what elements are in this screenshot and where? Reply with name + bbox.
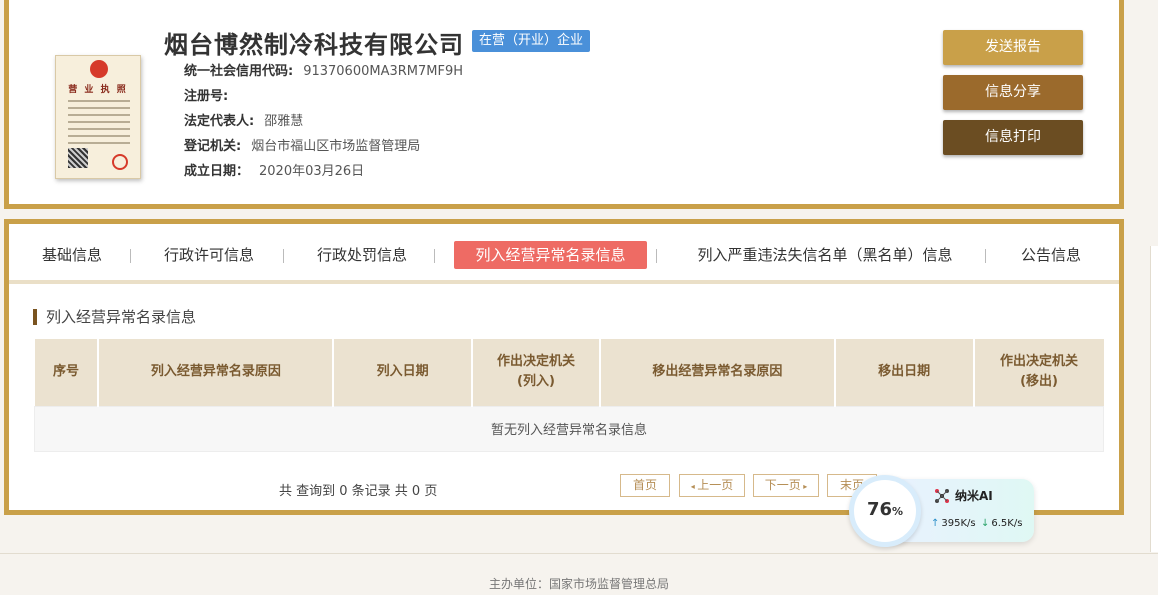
- upload-speed-value: 395K/s: [941, 518, 976, 529]
- info-row-established: 成立日期： 2020年03月26日: [184, 161, 463, 186]
- footer-text: 主办单位：国家市场监督管理总局: [488, 577, 669, 591]
- widget-percent-value: 76: [866, 499, 893, 520]
- footer-divider: [0, 553, 1158, 554]
- authority-value: 烟台市福山区市场监督管理局: [251, 139, 421, 154]
- license-text-lines: [68, 100, 130, 149]
- tab-bar: 基础信息 行政许可信息 行政处罚信息 列入经营异常名录信息 列入严重违法失信名单…: [9, 224, 1119, 284]
- widget-percent-unit: %: [892, 505, 904, 518]
- download-speed: ↓ 6.5K/s: [981, 518, 1022, 529]
- national-emblem-icon: [90, 60, 108, 78]
- info-row-authority: 登记机关: 烟台市福山区市场监督管理局: [184, 136, 463, 161]
- ai-app-name: 纳米AI: [955, 489, 993, 503]
- tab-divider: [656, 249, 657, 263]
- chevron-right-icon: ▸: [800, 482, 808, 491]
- abnormal-list-table: 序号 列入经营异常名录原因 列入日期 作出决定机关 (列入) 移出经营异常名录原…: [34, 339, 1104, 452]
- reg-number-label: 注册号:: [184, 89, 229, 104]
- section-title: 列入经营异常名录信息: [33, 309, 196, 325]
- established-label: 成立日期：: [184, 164, 250, 179]
- ai-widget-gauge[interactable]: 76%: [849, 475, 921, 547]
- page-edge-panel: [1150, 246, 1158, 552]
- tab-divider: [985, 249, 986, 263]
- col-removal-authority: 作出决定机关 (移出): [973, 339, 1104, 406]
- established-value: 2020年03月26日: [259, 164, 365, 179]
- info-row-credit-code: 统一社会信用代码: 91370600MA3RM7MF9H: [184, 61, 463, 86]
- col-removal-reason: 移出经营异常名录原因: [599, 339, 836, 406]
- tab-abnormal-list[interactable]: 列入经营异常名录信息: [454, 241, 647, 269]
- seal-icon: [112, 154, 128, 170]
- status-badge: 在营（开业）企业: [472, 30, 591, 52]
- upload-speed: ↑ 395K/s: [931, 518, 976, 529]
- table-header-row: 序号 列入经营异常名录原因 列入日期 作出决定机关 (列入) 移出经营异常名录原…: [34, 339, 1104, 406]
- tab-divider: [283, 249, 284, 263]
- empty-message: 暂无列入经营异常名录信息: [34, 405, 1104, 452]
- col-index: 序号: [34, 339, 100, 406]
- record-summary: 共 查询到 0 条记录 共 0 页: [279, 484, 438, 499]
- col-listing-reason: 列入经营异常名录原因: [98, 339, 335, 406]
- company-name: 烟台博然制冷科技有限公司: [164, 31, 464, 59]
- col-listing-date: 列入日期: [333, 339, 474, 406]
- col-removal-date: 移出日期: [834, 339, 975, 406]
- info-row-legal-rep: 法定代表人: 邵雅慧: [184, 111, 463, 136]
- tab-divider: [130, 249, 131, 263]
- pager-prev-button[interactable]: ◂ 上一页: [679, 474, 745, 497]
- qr-code-icon: [68, 148, 88, 168]
- credit-code-value: 91370600MA3RM7MF9H: [303, 64, 464, 79]
- print-info-button[interactable]: 信息打印: [943, 120, 1083, 155]
- company-card: 营 业 执 照 烟台博然制冷科技有限公司 在营（开业）企业 统一社会信用代码: 9…: [4, 0, 1124, 209]
- company-info-list: 统一社会信用代码: 91370600MA3RM7MF9H 注册号: 法定代表人: 邵…: [184, 61, 463, 186]
- tab-blacklist[interactable]: 列入严重违法失信名单（黑名单）信息: [682, 241, 968, 269]
- col-listing-authority: 作出决定机关 (列入): [472, 339, 601, 406]
- arrow-down-icon: ↓: [981, 518, 990, 529]
- pager-next-label: 下一页: [764, 478, 801, 492]
- business-license-image[interactable]: 营 业 执 照: [55, 55, 141, 179]
- tab-basic-info[interactable]: 基础信息: [33, 241, 111, 269]
- info-row-reg-number: 注册号:: [184, 86, 463, 111]
- table-row: 暂无列入经营异常名录信息: [34, 405, 1104, 452]
- authority-label: 登记机关:: [184, 139, 242, 154]
- tab-admin-penalty[interactable]: 行政处罚信息: [312, 241, 412, 269]
- legal-rep-value: 邵雅慧: [264, 114, 304, 129]
- arrow-up-icon: ↑: [931, 518, 940, 529]
- credit-code-label: 统一社会信用代码:: [184, 64, 294, 79]
- pager-first-button[interactable]: 首页: [620, 474, 670, 497]
- main-panel: 基础信息 行政许可信息 行政处罚信息 列入经营异常名录信息 列入严重违法失信名单…: [4, 219, 1124, 515]
- license-title: 营 业 执 照: [68, 85, 128, 95]
- pager-next-button[interactable]: 下一页 ▸: [753, 474, 819, 497]
- pager-prev-label: 上一页: [697, 478, 734, 492]
- widget-percent: 76%: [854, 499, 916, 520]
- send-report-button[interactable]: 发送报告: [943, 30, 1083, 65]
- download-speed-value: 6.5K/s: [991, 518, 1023, 529]
- share-info-button[interactable]: 信息分享: [943, 75, 1083, 110]
- legal-rep-label: 法定代表人:: [184, 114, 255, 129]
- nano-ai-logo-icon: [935, 489, 949, 503]
- tab-announcements[interactable]: 公告信息: [1012, 241, 1090, 269]
- tab-divider: [434, 249, 435, 263]
- tab-admin-license[interactable]: 行政许可信息: [159, 241, 259, 269]
